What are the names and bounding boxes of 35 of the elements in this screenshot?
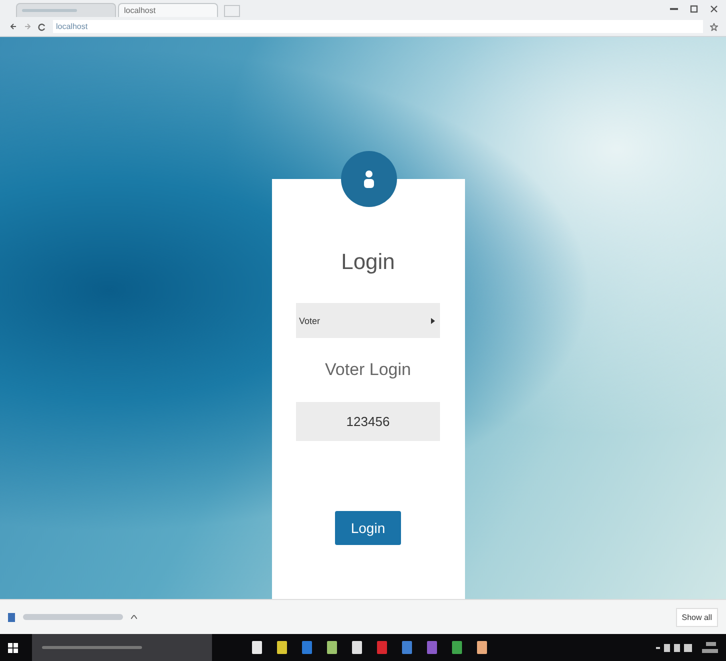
taskbar-app-icon[interactable] bbox=[477, 641, 487, 654]
maximize-icon[interactable] bbox=[690, 4, 698, 12]
taskbar-app-icon[interactable] bbox=[277, 641, 287, 654]
address-bar[interactable]: localhost bbox=[53, 20, 703, 33]
forward-icon[interactable] bbox=[24, 23, 31, 30]
windows-start-icon[interactable] bbox=[8, 642, 18, 652]
taskbar-app-icon[interactable] bbox=[302, 641, 312, 654]
close-icon[interactable] bbox=[710, 4, 718, 12]
taskbar-app-icon[interactable] bbox=[377, 641, 387, 654]
taskbar-app-icon[interactable] bbox=[427, 641, 437, 654]
login-title: Login bbox=[341, 249, 395, 275]
browser-tab[interactable] bbox=[16, 3, 116, 17]
taskbar-app-icon[interactable] bbox=[252, 641, 262, 654]
show-all-button[interactable]: Show all bbox=[676, 608, 718, 626]
id-field[interactable]: 123456 bbox=[296, 402, 440, 441]
minimize-icon[interactable] bbox=[670, 8, 678, 10]
taskbar-app-icon[interactable] bbox=[402, 641, 412, 654]
caret-icon bbox=[431, 318, 435, 324]
browser-tab[interactable]: localhost bbox=[118, 3, 218, 17]
download-item[interactable] bbox=[23, 614, 123, 620]
taskbar-search-box[interactable] bbox=[32, 634, 212, 661]
taskbar-app-icon[interactable] bbox=[327, 641, 337, 654]
caret-icon[interactable] bbox=[131, 615, 137, 619]
new-tab-button[interactable] bbox=[224, 5, 240, 17]
login-button[interactable]: Login bbox=[335, 511, 401, 545]
tab-title-blur bbox=[22, 9, 77, 12]
voter-login-heading: Voter Login bbox=[324, 360, 411, 380]
back-icon[interactable] bbox=[10, 23, 17, 30]
tab-title: localhost bbox=[124, 6, 156, 15]
star-icon[interactable] bbox=[710, 22, 718, 30]
taskbar-app-icon[interactable] bbox=[352, 641, 362, 654]
taskbar-app-icon[interactable] bbox=[452, 641, 462, 654]
reload-icon[interactable] bbox=[38, 22, 46, 30]
role-select[interactable]: Voter bbox=[296, 303, 440, 338]
file-icon bbox=[8, 612, 15, 622]
